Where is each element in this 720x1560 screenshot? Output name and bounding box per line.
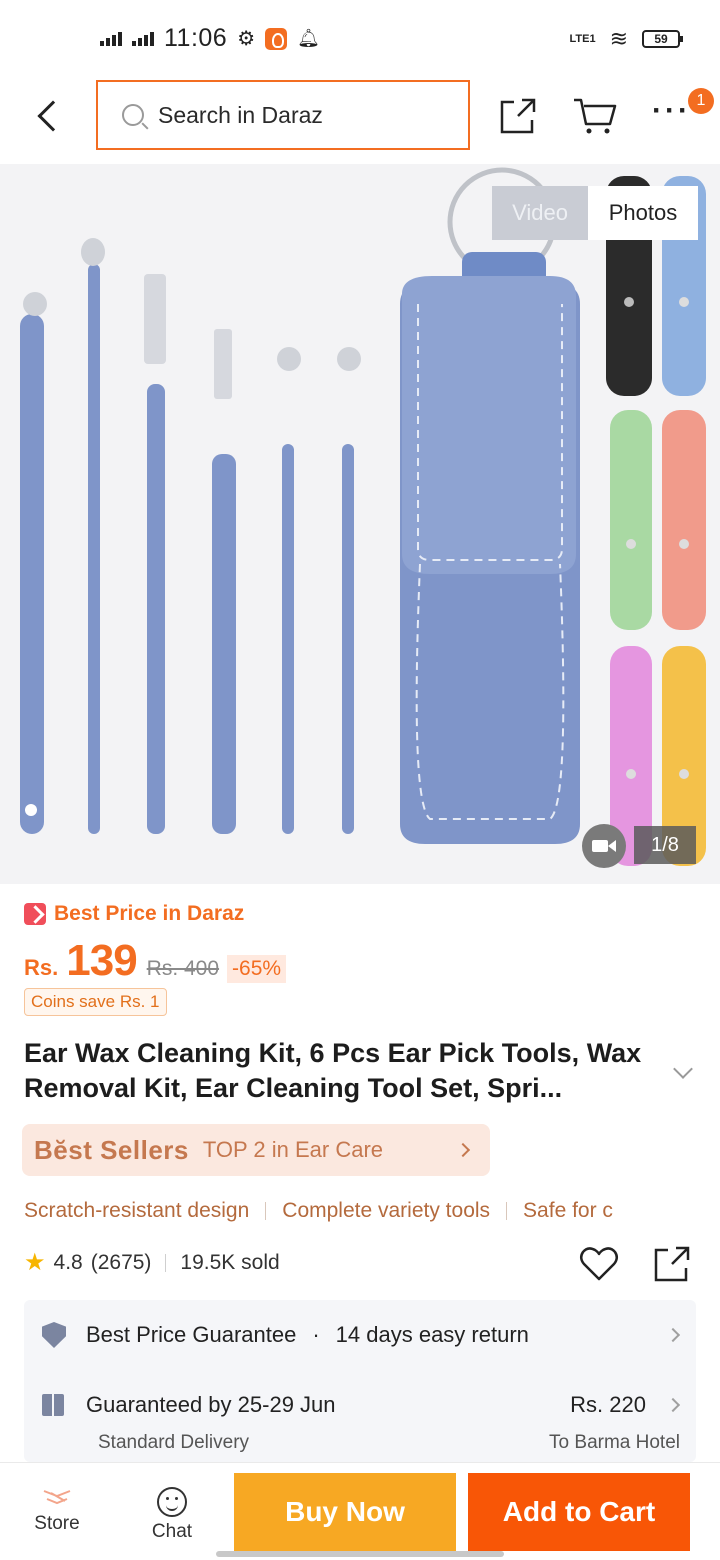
signal-icon (100, 31, 122, 46)
store-logo-icon (43, 1490, 71, 1505)
best-price-label: Best Price in Daraz (24, 902, 244, 926)
current-price: 139 (66, 936, 137, 985)
chat-icon (157, 1487, 187, 1517)
video-camera-icon (592, 840, 616, 852)
tab-video[interactable]: Video (492, 186, 588, 240)
product-image (20, 167, 706, 866)
store-button[interactable]: Store (22, 1485, 92, 1545)
network-label: LTE1 (569, 32, 596, 45)
price-currency: Rs. (24, 955, 59, 980)
rating-row[interactable]: ★ 4.8 (2675) 19.5K sold (24, 1248, 280, 1277)
buy-now-button[interactable]: Buy Now (234, 1473, 456, 1551)
status-left: 11:06 ⚙ 🔔︎ (100, 24, 320, 53)
best-sellers-rank: TOP 2 in Ear Care (202, 1137, 384, 1162)
feature-tag: Safe for c (523, 1199, 613, 1222)
battery-icon: 59 (642, 30, 683, 48)
notification-badge: 1 (688, 88, 714, 114)
delivery-destination: To Barma Hotel (549, 1432, 680, 1453)
delivery-fee: Rs. 220 (570, 1392, 646, 1417)
delivery-row[interactable]: Guaranteed by 25-29 Jun Rs. 220 (42, 1392, 681, 1418)
back-arrow-icon (37, 100, 69, 132)
add-to-cart-button[interactable]: Add to Cart (468, 1473, 690, 1551)
chevron-right-icon (665, 1327, 681, 1343)
bottom-action-bar: Store Chat Buy Now Add to Cart (0, 1462, 720, 1560)
feature-tag: Complete variety tools (282, 1199, 491, 1222)
divider (265, 1202, 267, 1220)
delivery-type: Standard Delivery (98, 1432, 250, 1453)
gear-icon: ⚙ (237, 28, 256, 50)
guarantee-text: Best Price Guarantee (86, 1322, 297, 1347)
dot-separator: · (312, 1322, 320, 1347)
color-case-thumbnails (606, 176, 706, 866)
product-title: Ear Wax Cleaning Kit, 6 Pcs Ear Pick Too… (24, 1038, 642, 1103)
best-price-text: Best Price in Daraz (54, 902, 245, 925)
rating-count: (2675) (90, 1250, 152, 1274)
status-time: 11:06 (164, 24, 228, 52)
return-policy-text: 14 days easy return (335, 1322, 529, 1347)
bell-icon: 🔔︎ (297, 28, 321, 48)
signal-icon-2 (132, 31, 154, 46)
store-label: Store (34, 1513, 80, 1534)
search-input[interactable]: Search in Daraz (96, 80, 470, 150)
leather-case (400, 252, 580, 844)
original-price: Rs. 400 (146, 957, 220, 980)
more-menu-button[interactable]: ··· (652, 94, 691, 128)
services-card: Best Price Guarantee · 14 days easy retu… (24, 1300, 696, 1462)
chevron-down-icon[interactable] (673, 1059, 693, 1079)
cart-icon[interactable] (572, 96, 618, 136)
coins-tag: Coins save Rs. 1 (24, 988, 167, 1016)
divider (165, 1253, 167, 1272)
share-icon[interactable] (652, 1244, 692, 1284)
discount-badge: -65% (227, 955, 287, 983)
wifi-icon: ≋ (609, 26, 628, 51)
status-bar: 11:06 ⚙ 🔔︎ LTE1 ≋ 59 (0, 0, 720, 76)
chevron-right-icon (455, 1142, 471, 1158)
package-icon (42, 1394, 64, 1416)
delivery-estimate: Guaranteed by 25-29 Jun (86, 1392, 336, 1417)
divider (506, 1202, 508, 1220)
app-notification-icon (265, 27, 288, 50)
price-row: Rs. 139 Rs. 400 -65% (24, 936, 287, 986)
best-sellers-label: Bĕst Sellers (34, 1134, 189, 1165)
chevron-right-icon (665, 1397, 681, 1413)
top-nav: Search in Daraz ··· 1 (0, 76, 720, 164)
search-icon (122, 104, 144, 126)
video-play-button[interactable] (582, 824, 626, 868)
sold-count: 19.5K sold (180, 1250, 280, 1274)
home-indicator[interactable] (216, 1551, 504, 1557)
heart-icon[interactable] (578, 1242, 620, 1284)
best-sellers-banner[interactable]: Bĕst Sellers TOP 2 in Ear Care (22, 1124, 490, 1176)
product-image-gallery[interactable]: Video Photos 1/8 (0, 164, 720, 884)
image-counter: 1/8 (634, 826, 696, 864)
trend-arrow-icon (24, 903, 46, 925)
guarantee-row[interactable]: Best Price Guarantee · 14 days easy retu… (42, 1322, 681, 1348)
feature-tag: Scratch-resistant design (24, 1199, 250, 1222)
rating-score: 4.8 (53, 1250, 83, 1274)
battery-level: 59 (654, 32, 668, 46)
shield-icon (42, 1322, 66, 1348)
ear-pick-tools (20, 238, 361, 834)
status-right: LTE1 ≋ 59 (569, 26, 683, 52)
delivery-details: Standard Delivery To Barma Hotel (98, 1432, 680, 1454)
star-icon: ★ (24, 1249, 46, 1276)
tab-photos[interactable]: Photos (588, 186, 698, 240)
chat-button[interactable]: Chat (140, 1487, 204, 1547)
media-toggle: Video Photos (492, 186, 698, 240)
search-placeholder: Search in Daraz (158, 101, 323, 128)
share-icon[interactable] (498, 96, 538, 136)
chat-label: Chat (151, 1521, 193, 1542)
back-button[interactable] (28, 92, 69, 140)
feature-tags: Scratch-resistant design Complete variet… (24, 1194, 720, 1228)
